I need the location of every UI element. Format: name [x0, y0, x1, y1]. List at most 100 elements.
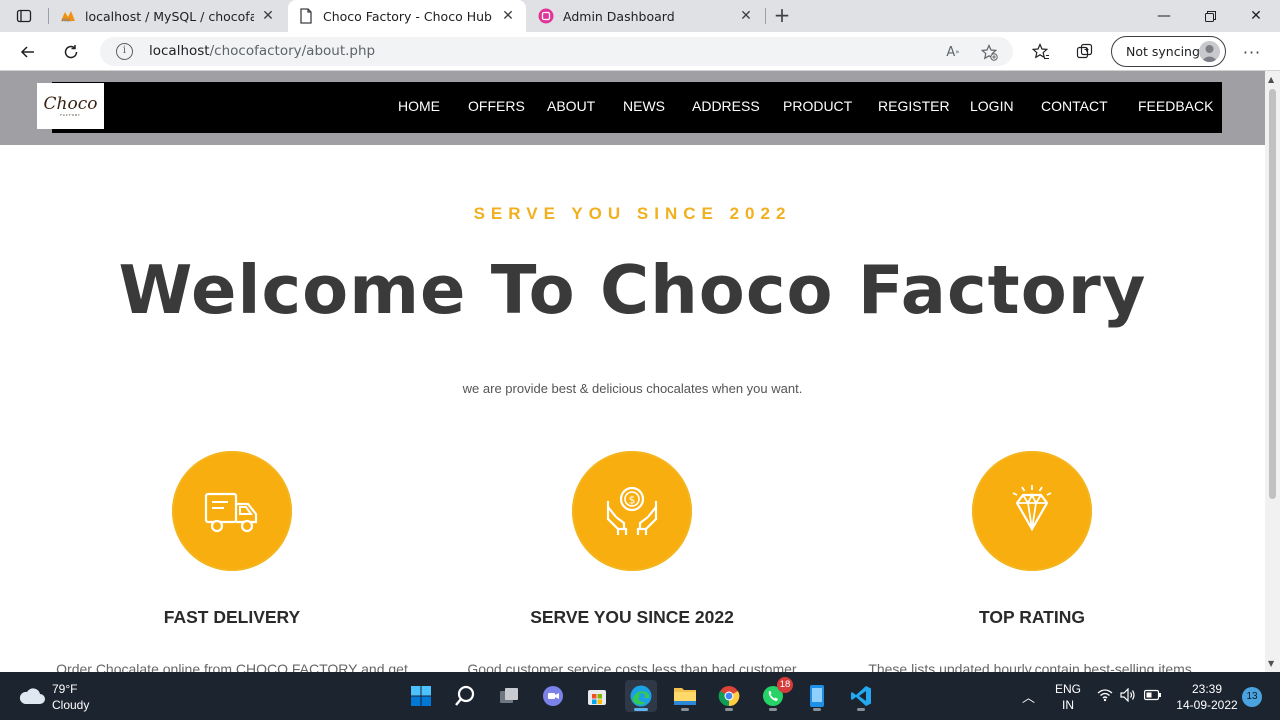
- add-favorite-icon[interactable]: [978, 41, 1000, 63]
- scroll-thumb[interactable]: [1269, 89, 1276, 499]
- running-indicator: [725, 708, 733, 711]
- profile-sync-button[interactable]: Not syncing: [1111, 36, 1226, 67]
- whatsapp-button[interactable]: 18: [757, 677, 793, 712]
- file-explorer-button[interactable]: [669, 680, 701, 712]
- nav-address[interactable]: ADDRESS: [692, 98, 760, 114]
- close-icon[interactable]: ✕: [260, 8, 276, 24]
- tab-actions-icon: [16, 9, 32, 23]
- edge-button[interactable]: [625, 680, 657, 712]
- scroll-down-icon[interactable]: ▼: [1268, 659, 1274, 668]
- running-indicator: [681, 708, 689, 711]
- nav-contact[interactable]: CONTACT: [1041, 98, 1108, 114]
- back-button[interactable]: [14, 38, 42, 66]
- info-icon[interactable]: i: [116, 43, 133, 60]
- nav-feedback[interactable]: FEEDBACK: [1138, 98, 1213, 114]
- chevron-up-icon[interactable]: ︿: [1022, 687, 1035, 706]
- close-icon[interactable]: ✕: [500, 8, 516, 24]
- wifi-icon[interactable]: [1097, 688, 1113, 702]
- clock-date: 14-09-2022: [1176, 698, 1238, 712]
- clock[interactable]: 23:39 14-09-2022: [1172, 680, 1242, 712]
- teams-chat-button[interactable]: [537, 680, 569, 712]
- edge-icon: [630, 685, 652, 707]
- weather-desc: Cloudy: [52, 698, 90, 712]
- refresh-button[interactable]: [57, 38, 85, 66]
- microsoft-store-button[interactable]: [581, 680, 613, 712]
- close-icon: ✕: [1250, 8, 1262, 24]
- collections-button[interactable]: [1071, 38, 1099, 66]
- tab-choco-factory[interactable]: Choco Factory - Choco Hub php ✕: [288, 0, 526, 32]
- collections-icon: [1076, 43, 1093, 59]
- site-nav: HOME OFFERS ABOUT NEWS ADDRESS PRODUCT R…: [52, 82, 1222, 133]
- logo-subtext: FACTORY: [60, 113, 81, 117]
- site-logo[interactable]: Choco FACTORY: [37, 83, 104, 129]
- feature-text: Order Chocalate online from CHOCO FACTOR…: [56, 661, 408, 672]
- nav-offers[interactable]: OFFERS: [468, 98, 525, 114]
- phpmyadmin-icon: PMA: [60, 8, 76, 24]
- vscode-button[interactable]: [845, 680, 877, 712]
- restore-icon: [1204, 10, 1216, 22]
- read-aloud-icon[interactable]: A»: [942, 41, 964, 63]
- volume-icon[interactable]: [1120, 688, 1136, 702]
- phone-app-icon: [810, 685, 824, 707]
- url-path: /chocofactory/about.php: [209, 43, 376, 59]
- page-icon: [298, 8, 314, 24]
- file-explorer-icon: [674, 688, 696, 705]
- search-icon: [455, 685, 475, 706]
- url-text[interactable]: localhost/chocofactory/about.php: [149, 43, 375, 59]
- chrome-icon: [718, 686, 740, 707]
- avatar: [1199, 41, 1220, 62]
- running-indicator: [857, 708, 865, 711]
- nav-home[interactable]: HOME: [398, 98, 440, 114]
- diamond-icon: [1012, 485, 1052, 532]
- page-subtitle: we are provide best & delicious chocalat…: [462, 381, 803, 396]
- start-button[interactable]: [405, 680, 437, 712]
- arrow-left-icon: [20, 46, 34, 58]
- svg-text:PMA: PMA: [62, 18, 71, 23]
- settings-menu-button[interactable]: ···: [1238, 38, 1266, 66]
- scroll-up-icon[interactable]: ▲: [1268, 75, 1274, 84]
- tab-divider: [765, 8, 766, 24]
- page-viewport: HOME OFFERS ABOUT NEWS ADDRESS PRODUCT R…: [0, 71, 1265, 672]
- minimize-button[interactable]: —: [1141, 0, 1187, 32]
- tab-divider: [48, 8, 49, 24]
- windows-icon: [411, 686, 431, 706]
- feature-badge: $: [572, 451, 692, 571]
- language-indicator[interactable]: ENG IN: [1050, 680, 1086, 712]
- sync-label: Not syncing: [1126, 44, 1200, 59]
- tab-title: Admin Dashboard: [563, 8, 675, 24]
- plus-icon: +: [773, 3, 791, 27]
- feature-title: TOP RATING: [979, 607, 1085, 627]
- search-button[interactable]: [449, 680, 481, 712]
- tab-phpmyadmin[interactable]: PMA localhost / MySQL / chocofactory ✕: [50, 0, 286, 32]
- tab-strip: PMA localhost / MySQL / chocofactory ✕ C…: [0, 0, 1280, 32]
- page-scrollbar[interactable]: ▲ ▼: [1265, 71, 1280, 672]
- admin-app-icon: [538, 8, 554, 24]
- logo-wordmark: Choco: [43, 94, 98, 114]
- hands-coin-icon: $: [606, 486, 658, 535]
- restore-button[interactable]: [1187, 0, 1233, 32]
- chrome-button[interactable]: [713, 680, 745, 712]
- close-window-button[interactable]: ✕: [1233, 0, 1279, 32]
- phone-app-button[interactable]: [801, 680, 833, 712]
- nav-product[interactable]: PRODUCT: [783, 98, 852, 114]
- task-view-button[interactable]: [493, 680, 525, 712]
- feature-text: Good customer service costs less than ba…: [467, 661, 797, 672]
- tab-actions-button[interactable]: [8, 4, 40, 28]
- tab-admin-dashboard[interactable]: Admin Dashboard ✕: [528, 0, 764, 32]
- notification-badge: 18: [777, 677, 793, 693]
- battery-icon[interactable]: [1144, 689, 1162, 701]
- nav-about[interactable]: ABOUT: [547, 98, 595, 114]
- microsoft-store-icon: [588, 690, 606, 705]
- teams-chat-icon: [543, 686, 563, 706]
- nav-register[interactable]: REGISTER: [878, 98, 950, 114]
- close-icon[interactable]: ✕: [738, 8, 754, 24]
- weather-widget[interactable]: 79°F Cloudy: [18, 680, 138, 712]
- nav-news[interactable]: NEWS: [623, 98, 665, 114]
- notification-count-badge[interactable]: 13: [1242, 687, 1262, 707]
- vscode-icon: [851, 686, 871, 706]
- address-bar[interactable]: i localhost/chocofactory/about.php A»: [100, 37, 1013, 66]
- new-tab-button[interactable]: +: [770, 4, 794, 28]
- favorites-button[interactable]: [1027, 38, 1055, 66]
- nav-login[interactable]: LOGIN: [970, 98, 1014, 114]
- running-indicator: [769, 708, 777, 711]
